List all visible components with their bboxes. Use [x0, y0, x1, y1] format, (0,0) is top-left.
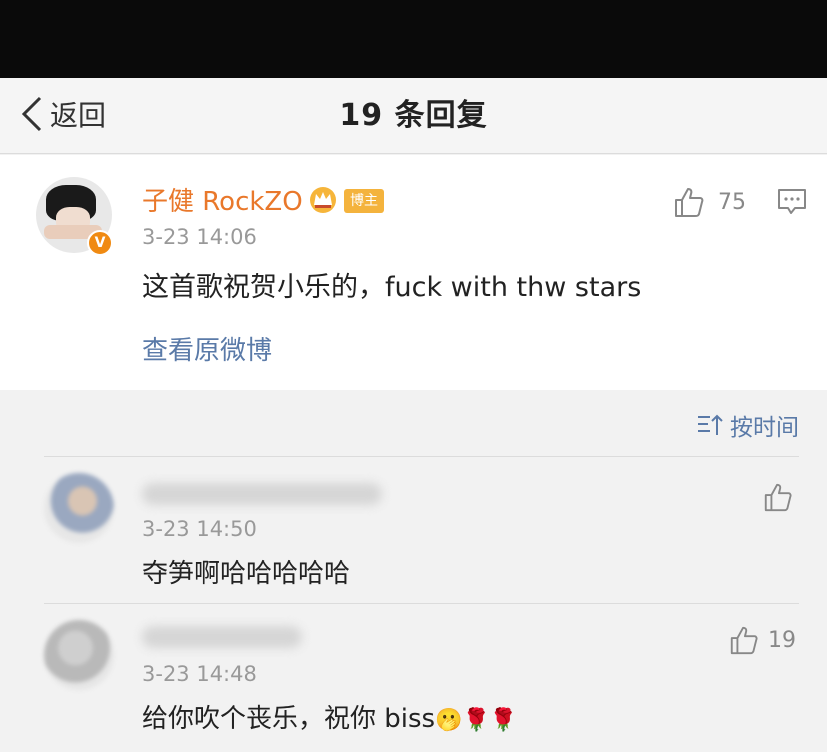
reply-time: 3-23 14:50	[142, 517, 257, 541]
sort-icon	[698, 414, 723, 435]
verified-badge: V	[87, 230, 113, 256]
page-title: 19 条回复	[339, 98, 488, 133]
thumbs-up-icon	[730, 626, 758, 655]
reply-item: 3-23 14:50 夺笋啊哈哈哈哈哈	[0, 457, 827, 605]
reply-item: 3-23 14:48 给你吹个丧乐，祝你 biss🫢🌹🌹 19	[0, 604, 827, 752]
blurred-username	[142, 483, 382, 505]
like-count: 75	[718, 189, 746, 215]
reply-text: 夺笋啊哈哈哈哈哈	[142, 559, 351, 589]
like-button[interactable]: 19	[728, 624, 796, 656]
status-bar	[0, 0, 827, 78]
like-button[interactable]: 75	[672, 185, 746, 219]
main-post: V 子健 RockZO 博主 3-23 14:06 这首歌祝贺小乐的，fuck …	[0, 155, 827, 390]
post-text: 这首歌祝贺小乐的，fuck with thw stars	[142, 272, 642, 303]
sort-row: 按时间	[0, 390, 827, 456]
emoji-string: 🫢🌹🌹	[435, 708, 518, 733]
view-original-link[interactable]: 查看原微博	[142, 330, 272, 367]
nav-bar: 返回 19 条回复	[0, 78, 827, 154]
like-button[interactable]	[762, 481, 802, 513]
reply-text: 给你吹个丧乐，祝你 biss🫢🌹🌹	[142, 698, 517, 735]
blogger-badge: 博主	[344, 189, 384, 213]
reply-text-body: 给你吹个丧乐，祝你 biss	[142, 704, 436, 734]
post-time: 3-23 14:06	[142, 225, 257, 249]
thumbs-up-icon	[675, 188, 704, 217]
comment-icon[interactable]	[776, 187, 808, 217]
sort-label: 按时间	[730, 415, 799, 441]
thumbs-up-icon	[764, 483, 792, 512]
avatar[interactable]	[44, 473, 114, 543]
sort-by-time-button[interactable]: 按时间	[696, 408, 799, 442]
avatar[interactable]	[44, 620, 114, 690]
reply-time: 3-23 14:48	[142, 662, 257, 686]
author-name[interactable]: 子健 RockZO	[142, 181, 303, 218]
blurred-username	[142, 626, 302, 648]
crown-icon	[310, 187, 336, 213]
like-count: 19	[768, 627, 796, 653]
